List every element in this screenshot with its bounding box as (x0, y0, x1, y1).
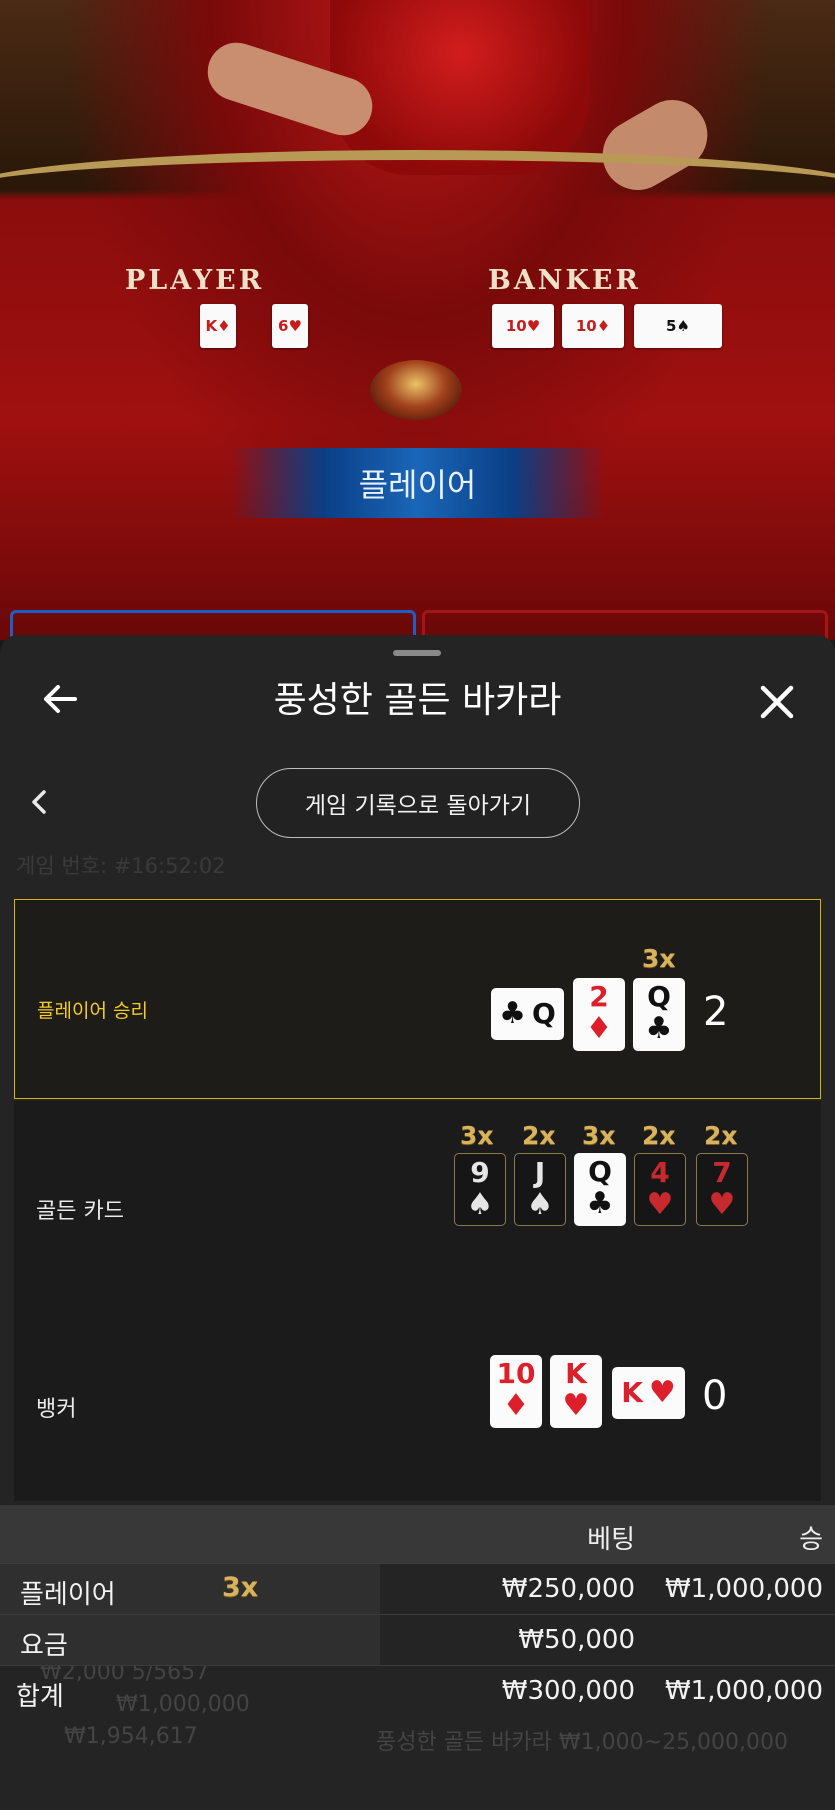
player-win-label: 플레이어 승리 (37, 1000, 148, 1022)
close-button[interactable] (752, 679, 802, 729)
player-card-multiplier: 3x (642, 944, 676, 973)
history-back-button[interactable] (30, 785, 48, 823)
golden-card-active: Q ♣ (574, 1153, 626, 1226)
player-card-1: 2 ♦ (573, 978, 625, 1051)
table-banker-label: BANKER (488, 265, 641, 296)
table-card: 6 ♥ (272, 304, 308, 348)
bet-row-label: 플레이어 (20, 1580, 116, 1610)
back-to-history-button[interactable]: 게임 기록으로 돌아가기 (256, 768, 580, 838)
table-player-label: PLAYER (125, 265, 265, 296)
banker-hand-section: 뱅커 10 ♦ K ♥ K ♥ 0 (14, 1301, 821, 1501)
card-shoe (370, 360, 462, 420)
bet-row-fee: 요금 ₩50,000 (0, 1614, 835, 1665)
table-card: 10 ♦ (562, 304, 624, 348)
banker-card-2: K ♥ (550, 1355, 602, 1428)
golden-multiplier-active: 3x (582, 1121, 616, 1150)
banker-score: 0 (702, 1373, 728, 1419)
win-column-header: 승 (799, 1525, 823, 1555)
chevron-left-icon (30, 785, 48, 823)
ghost-limits: 풍성한 골든 바카라 ₩1,000~25,000,000 (376, 1730, 789, 1755)
live-video: PLAYER BANKER K ♦ 6 ♥ 10 ♥ 10 ♦ 5 ♠ 플레이어 (0, 0, 835, 640)
bet-row-player: 플레이어 3x ₩250,000 ₩1,000,000 (0, 1563, 835, 1614)
banker-label: 뱅커 (36, 1397, 77, 1422)
bet-multiplier-badge: 3x (222, 1572, 259, 1603)
golden-cards-section: 골든 카드 3x 9 ♠ 2x J ♠ 3x Q ♣ 2x 4 ♥ 2x 7 ♥ (14, 1101, 821, 1301)
golden-card: J ♠ (514, 1153, 566, 1226)
golden-multiplier: 2x (704, 1121, 738, 1150)
bet-amount: ₩250,000 (501, 1574, 635, 1604)
golden-multiplier: 2x (642, 1121, 676, 1150)
golden-card: 9 ♠ (454, 1153, 506, 1226)
table-card: 5 ♠ (634, 304, 722, 348)
sheet-title: 풍성한 골든 바카라 (273, 680, 562, 721)
game-history-sheet: 게임 번호: #16:52:02 플레이어 무 5:1 뱅커 ₩2,000 5/… (0, 635, 835, 1810)
table-card: K ♦ (200, 304, 236, 348)
total-bet-amount: ₩300,000 (501, 1676, 635, 1706)
bet-column-header: 베팅 (587, 1525, 635, 1555)
player-score: 2 (703, 989, 729, 1035)
banker-card-1: 10 ♦ (490, 1355, 542, 1428)
ghost-game-number: 게임 번호: #16:52:02 (16, 854, 226, 878)
bets-table-header: 베팅 승 (0, 1505, 835, 1563)
bets-table: 베팅 승 플레이어 3x ₩250,000 ₩1,000,000 요금 ₩50,… (0, 1505, 835, 1716)
golden-multiplier: 3x (460, 1121, 494, 1150)
ghost-stat: ₩1,954,617 (64, 1724, 198, 1749)
sheet-grabber[interactable] (393, 650, 441, 656)
bet-row-label: 요금 (20, 1631, 68, 1661)
table-card: 10 ♥ (492, 304, 554, 348)
golden-card: 4 ♥ (634, 1153, 686, 1226)
player-card-3-sideways: ♣ Q (491, 988, 564, 1040)
win-amount: ₩1,000,000 (664, 1574, 823, 1604)
result-banner: 플레이어 (230, 448, 605, 518)
bet-amount: ₩50,000 (518, 1625, 635, 1655)
banker-card-3-sideways: K ♥ (612, 1367, 685, 1419)
golden-card: 7 ♥ (696, 1153, 748, 1226)
total-label: 합계 (16, 1682, 64, 1712)
player-hand-section: 플레이어 승리 ♣ Q 2 ♦ 3x Q ♣ 2 (14, 899, 821, 1099)
close-icon (760, 679, 794, 730)
bet-row-total: 합계 ₩300,000 ₩1,000,000 (0, 1665, 835, 1716)
golden-cards-label: 골든 카드 (36, 1199, 124, 1224)
player-card-2: Q ♣ (633, 978, 685, 1051)
table-rail (0, 150, 835, 250)
dealer (330, 0, 590, 175)
total-win-amount: ₩1,000,000 (664, 1676, 823, 1706)
golden-multiplier: 2x (522, 1121, 556, 1150)
